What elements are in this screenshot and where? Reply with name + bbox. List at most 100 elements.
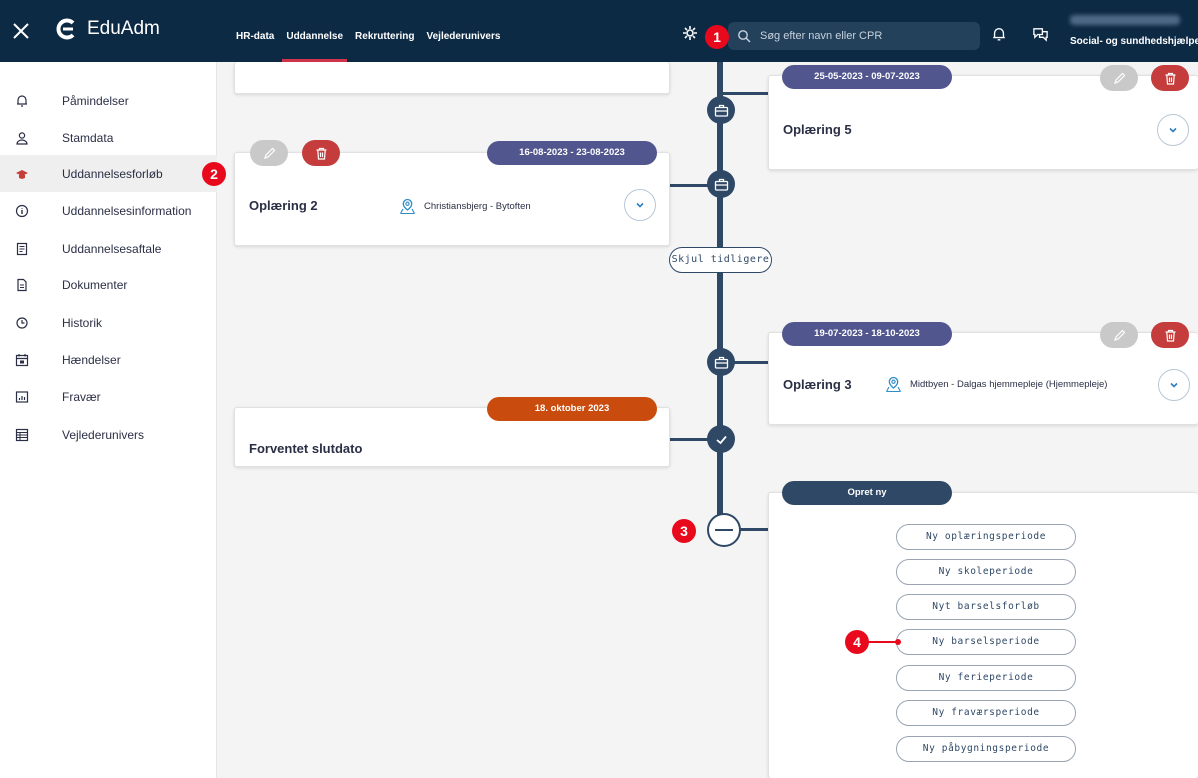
chevron-down-icon	[1169, 127, 1177, 133]
app-name: EduAdm	[87, 18, 160, 39]
nav-vejlederunivers[interactable]: Vejlederunivers	[426, 0, 506, 62]
sidebar-item-uddannelsesaftale[interactable]: Uddannelsesaftale	[0, 230, 217, 267]
location: Christiansbjerg - Bytoften	[399, 198, 531, 215]
table-icon	[15, 428, 29, 442]
briefcase-icon	[707, 96, 735, 124]
delete-button[interactable]	[1151, 65, 1189, 91]
card-title: Oplæring 5	[783, 122, 852, 137]
sidebar-item-label: Uddannelsesforløb	[62, 166, 163, 181]
document-icon	[15, 278, 29, 292]
new-school-period-button[interactable]: Ny skoleperiode	[896, 559, 1076, 585]
sidebar-item-stamdata[interactable]: Stamdata	[0, 119, 217, 156]
sidebar-item-fravaer[interactable]: Fravær	[0, 378, 217, 415]
user-role[interactable]: Social- og sundhedshjælper	[1070, 36, 1198, 47]
sidebar-item-label: Fravær	[62, 389, 101, 404]
location: Midtbyen - Dalgas hjemmepleje (Hjemmeple…	[885, 376, 1107, 393]
new-maternity-period-button[interactable]: Ny barselsperiode	[896, 629, 1076, 655]
settings-gear-icon[interactable]	[681, 24, 699, 42]
sidebar: Påmindelser Stamdata Uddannelsesforløb U…	[0, 62, 217, 778]
chat-icon[interactable]	[1032, 26, 1050, 44]
sidebar-item-label: Hændelser	[62, 352, 121, 367]
annotation-badge: 3	[672, 519, 696, 543]
nav-hr-data[interactable]: HR-data	[236, 0, 280, 62]
annotation-pointer	[868, 641, 898, 643]
delete-button[interactable]	[302, 140, 340, 166]
new-supplementary-period-button[interactable]: Ny påbygningsperiode	[896, 736, 1076, 762]
expand-button[interactable]	[1158, 369, 1190, 401]
sidebar-item-uddannelsesinformation[interactable]: Uddannelsesinformation	[0, 192, 217, 229]
sidebar-item-label: Stamdata	[62, 130, 114, 145]
date-range-pill: 19-07-2023 - 18-10-2023	[782, 322, 952, 346]
new-training-period-button[interactable]: Ny oplæringsperiode	[896, 524, 1076, 550]
sidebar-item-vejlederunivers[interactable]: Vejlederunivers	[0, 416, 217, 453]
bell-icon	[15, 94, 29, 108]
chevron-down-icon	[1170, 382, 1178, 388]
person-icon	[15, 131, 29, 145]
search-box	[728, 22, 980, 50]
trash-icon	[316, 147, 326, 160]
edit-button[interactable]	[1100, 65, 1138, 91]
close-icon[interactable]	[10, 20, 32, 42]
location-label: Midtbyen - Dalgas hjemmepleje (Hjemmeple…	[910, 379, 1108, 390]
card-title: Forventet slutdato	[249, 441, 363, 456]
delete-button[interactable]	[1151, 322, 1189, 348]
annotation-badge: 2	[202, 162, 226, 186]
pencil-icon	[1113, 72, 1125, 84]
annotation-pointer-dot	[895, 639, 901, 645]
hide-earlier-button[interactable]: Skjul tidligere	[669, 247, 772, 273]
sidebar-item-label: Påmindelser	[62, 93, 129, 108]
timeline-line	[717, 62, 723, 530]
sidebar-item-label: Uddannelsesaftale	[62, 241, 162, 256]
timeline-card-oplaering3: 19-07-2023 - 18-10-2023 Oplæring 3 Midtb…	[768, 322, 1198, 425]
sidebar-item-haendelser[interactable]: Hændelser	[0, 341, 217, 378]
timeline-card-oplaering2: 16-08-2023 - 23-08-2023 Oplæring 2 Chris…	[234, 140, 670, 246]
expand-button[interactable]	[624, 189, 656, 221]
sidebar-item-dokumenter[interactable]: Dokumenter	[0, 266, 217, 303]
briefcase-icon	[707, 348, 735, 376]
nav-rekruttering[interactable]: Rekruttering	[355, 0, 420, 62]
edit-button[interactable]	[1100, 322, 1138, 348]
create-new-title: Opret ny	[782, 481, 952, 505]
bell-icon[interactable]	[991, 26, 1009, 44]
sidebar-item-label: Dokumenter	[62, 277, 128, 292]
card-title: Oplæring 2	[249, 198, 318, 213]
briefcase-icon	[707, 170, 735, 198]
sidebar-item-label: Uddannelsesinformation	[62, 203, 192, 218]
user-name-blurred	[1070, 15, 1180, 25]
sidebar-item-paamindelser[interactable]: Påmindelser	[0, 82, 217, 119]
trash-icon	[1165, 329, 1175, 342]
new-maternity-course-button[interactable]: Nyt barselsforløb	[896, 594, 1076, 620]
annotation-badge: 1	[705, 25, 729, 49]
nav-uddannelse[interactable]: Uddannelse	[282, 0, 349, 62]
collapse-minus-icon[interactable]	[707, 513, 741, 547]
sidebar-item-uddannelsesforloeb[interactable]: Uddannelsesforløb	[0, 155, 217, 192]
calendar-icon	[15, 353, 29, 367]
chart-icon	[15, 390, 29, 404]
timeline-connector	[723, 92, 769, 95]
expand-button[interactable]	[1157, 114, 1189, 146]
timeline-connector	[739, 528, 769, 531]
agreement-icon	[15, 242, 29, 256]
eduadm-logo-icon	[55, 18, 77, 40]
timeline-card-oplaering5: 25-05-2023 - 09-07-2023 Oplæring 5	[768, 65, 1198, 170]
card-title: Oplæring 3	[783, 377, 852, 392]
clock-icon	[15, 316, 29, 330]
graduation-cap-icon	[15, 167, 29, 181]
location-label: Christiansbjerg - Bytoften	[424, 201, 531, 212]
date-range-pill: 16-08-2023 - 23-08-2023	[487, 141, 657, 165]
main-nav: HR-data Uddannelse Rekruttering Vejleder…	[236, 0, 512, 62]
sidebar-item-label: Historik	[62, 315, 103, 330]
annotation-badge: 4	[845, 630, 869, 654]
map-pin-icon	[400, 198, 415, 215]
map-pin-icon	[886, 376, 901, 393]
sidebar-item-historik[interactable]: Historik	[0, 304, 217, 341]
new-absence-period-button[interactable]: Ny fraværsperiode	[896, 700, 1076, 726]
search-input[interactable]	[760, 27, 970, 45]
new-holiday-period-button[interactable]: Ny ferieperiode	[896, 665, 1076, 691]
pencil-icon	[263, 147, 275, 159]
top-bar: EduAdm HR-data Uddannelse Rekruttering V…	[0, 0, 1198, 62]
pencil-icon	[1113, 329, 1125, 341]
timeline-card-previous	[234, 62, 670, 94]
edit-button[interactable]	[250, 140, 288, 166]
brand[interactable]: EduAdm	[55, 18, 160, 40]
